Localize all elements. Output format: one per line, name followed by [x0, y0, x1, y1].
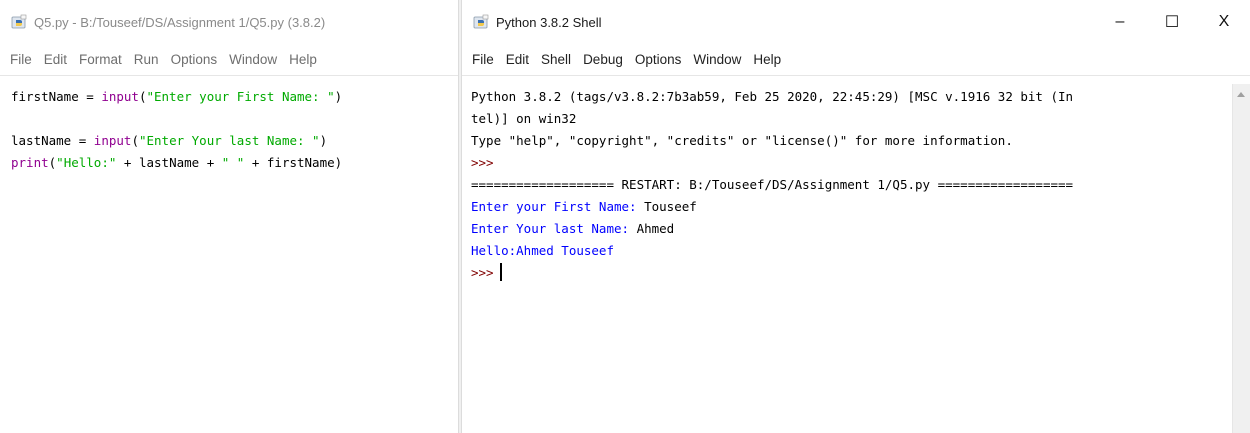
code-line-1: firstName = input("Enter your First Name… [11, 89, 343, 104]
shell-banner-line-1: Python 3.8.2 (tags/v3.8.2:7b3ab59, Feb 2… [471, 89, 1074, 104]
shell-titlebar[interactable]: Python 3.8.2 Shell – ☐ X [462, 0, 1250, 44]
scroll-up-arrow-icon[interactable] [1237, 92, 1245, 97]
minimize-button[interactable]: – [1094, 0, 1146, 44]
shell-menu-window[interactable]: Window [693, 52, 741, 67]
shell-menu-shell[interactable]: Shell [541, 52, 571, 67]
shell-output-line: Enter Your last Name: Ahmed [471, 221, 675, 236]
editor-menu-options[interactable]: Options [171, 52, 218, 67]
shell-window: Python 3.8.2 Shell – ☐ X File Edit Shell… [462, 0, 1250, 433]
shell-output-line: Enter your First Name: Touseef [471, 199, 697, 214]
close-button[interactable]: X [1198, 0, 1250, 44]
editor-title: Q5.py - B:/Touseef/DS/Assignment 1/Q5.py… [34, 14, 326, 30]
shell-text-area[interactable]: Python 3.8.2 (tags/v3.8.2:7b3ab59, Feb 2… [462, 76, 1250, 284]
editor-menu-help[interactable]: Help [289, 52, 317, 67]
shell-scrollbar[interactable] [1232, 84, 1250, 433]
editor-menubar: File Edit Format Run Options Window Help [0, 44, 458, 76]
editor-menu-run[interactable]: Run [134, 52, 159, 67]
code-line-4: print("Hello:" + lastName + " " + firstN… [11, 155, 343, 170]
shell-restart-line: =================== RESTART: B:/Touseef/… [471, 177, 1074, 192]
text-cursor [499, 263, 502, 281]
shell-menu-edit[interactable]: Edit [506, 52, 529, 67]
shell-title: Python 3.8.2 Shell [496, 14, 602, 30]
editor-titlebar[interactable]: Q5.py - B:/Touseef/DS/Assignment 1/Q5.py… [0, 0, 458, 44]
window-controls: – ☐ X [1094, 0, 1250, 44]
editor-menu-window[interactable]: Window [229, 52, 277, 67]
editor-window: Q5.py - B:/Touseef/DS/Assignment 1/Q5.py… [0, 0, 458, 433]
editor-menu-format[interactable]: Format [79, 52, 122, 67]
shell-banner-line-2: tel)] on win32 [471, 111, 577, 126]
shell-menu-debug[interactable]: Debug [583, 52, 623, 67]
editor-menu-edit[interactable]: Edit [44, 52, 67, 67]
shell-output-line: Hello:Ahmed Touseef [471, 243, 614, 258]
shell-menu-help[interactable]: Help [753, 52, 781, 67]
shell-menu-options[interactable]: Options [635, 52, 682, 67]
python-idle-icon [11, 14, 27, 29]
code-line-3: lastName = input("Enter Your last Name: … [11, 133, 328, 148]
editor-text-area[interactable]: firstName = input("Enter your First Name… [0, 76, 458, 174]
shell-menu-file[interactable]: File [472, 52, 494, 67]
shell-active-prompt[interactable]: >>> [471, 262, 1250, 284]
python-idle-icon [473, 14, 489, 29]
shell-prompt: >>> [471, 155, 494, 170]
maximize-button[interactable]: ☐ [1146, 0, 1198, 44]
shell-banner-line-3: Type "help", "copyright", "credits" or "… [471, 133, 1013, 148]
editor-menu-file[interactable]: File [10, 52, 32, 67]
shell-menubar: File Edit Shell Debug Options Window Hel… [462, 44, 1250, 76]
